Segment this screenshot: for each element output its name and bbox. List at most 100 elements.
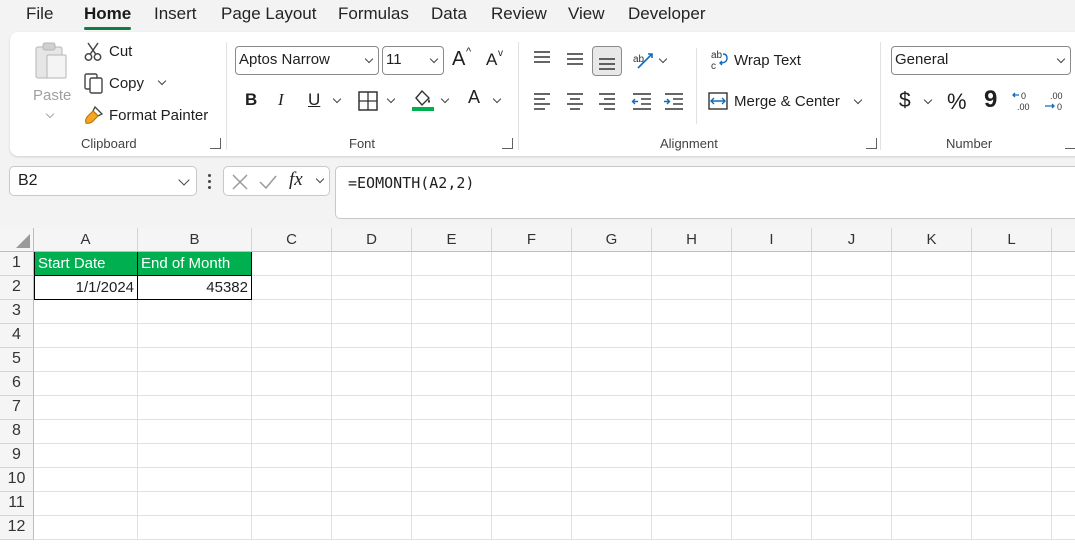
italic-button[interactable]: I — [278, 90, 284, 110]
alignment-launcher-icon[interactable] — [866, 138, 877, 149]
cell-e11[interactable] — [412, 492, 492, 516]
cell-b1[interactable]: End of Month — [138, 252, 252, 276]
cell-e6[interactable] — [412, 372, 492, 396]
cell-d2[interactable] — [332, 276, 412, 300]
column-header-a[interactable]: A — [34, 228, 138, 252]
cell-a3[interactable] — [34, 300, 138, 324]
cell-k10[interactable] — [892, 468, 972, 492]
cell-m7[interactable] — [1052, 396, 1075, 420]
cell-d9[interactable] — [332, 444, 412, 468]
cell-i12[interactable] — [732, 516, 812, 540]
number-launcher-icon[interactable] — [1065, 138, 1075, 149]
cell-j4[interactable] — [812, 324, 892, 348]
column-header-i[interactable]: I — [732, 228, 812, 252]
align-middle-icon[interactable] — [565, 52, 585, 68]
cell-c11[interactable] — [252, 492, 332, 516]
cell-l7[interactable] — [972, 396, 1052, 420]
cell-g5[interactable] — [572, 348, 652, 372]
cell-b2[interactable]: 45382 — [138, 276, 252, 300]
cell-m3[interactable] — [1052, 300, 1075, 324]
tab-data[interactable]: Data — [431, 4, 467, 24]
cell-g7[interactable] — [572, 396, 652, 420]
font-family-select[interactable]: Aptos Narrow — [235, 46, 379, 75]
cell-f5[interactable] — [492, 348, 572, 372]
cell-d11[interactable] — [332, 492, 412, 516]
align-top-icon[interactable] — [532, 50, 552, 66]
cell-m5[interactable] — [1052, 348, 1075, 372]
merge-center-button[interactable]: Merge & Center — [708, 89, 868, 115]
cell-m8[interactable] — [1052, 420, 1075, 444]
cell-c7[interactable] — [252, 396, 332, 420]
tab-view[interactable]: View — [568, 4, 605, 24]
column-header-g[interactable]: G — [572, 228, 652, 252]
cell-d5[interactable] — [332, 348, 412, 372]
cell-c3[interactable] — [252, 300, 332, 324]
cell-k8[interactable] — [892, 420, 972, 444]
row-header-12[interactable]: 12 — [0, 516, 34, 540]
cell-i6[interactable] — [732, 372, 812, 396]
cell-k12[interactable] — [892, 516, 972, 540]
cell-h3[interactable] — [652, 300, 732, 324]
cell-k4[interactable] — [892, 324, 972, 348]
cell-a7[interactable] — [34, 396, 138, 420]
cell-c8[interactable] — [252, 420, 332, 444]
cell-k9[interactable] — [892, 444, 972, 468]
cell-d10[interactable] — [332, 468, 412, 492]
font-color-dropdown-icon[interactable] — [492, 94, 502, 104]
cell-i5[interactable] — [732, 348, 812, 372]
cell-k6[interactable] — [892, 372, 972, 396]
cell-a4[interactable] — [34, 324, 138, 348]
cell-b10[interactable] — [138, 468, 252, 492]
underline-dropdown-icon[interactable] — [332, 94, 342, 104]
cell-l12[interactable] — [972, 516, 1052, 540]
cell-f9[interactable] — [492, 444, 572, 468]
cell-m1[interactable] — [1052, 252, 1075, 276]
cell-i7[interactable] — [732, 396, 812, 420]
row-header-6[interactable]: 6 — [0, 372, 34, 396]
cell-b4[interactable] — [138, 324, 252, 348]
cell-l2[interactable] — [972, 276, 1052, 300]
column-header-f[interactable]: F — [492, 228, 572, 252]
cell-e2[interactable] — [412, 276, 492, 300]
currency-button[interactable]: $ — [899, 89, 911, 113]
row-header-11[interactable]: 11 — [0, 492, 34, 516]
cell-g3[interactable] — [572, 300, 652, 324]
cell-l3[interactable] — [972, 300, 1052, 324]
cell-h2[interactable] — [652, 276, 732, 300]
cell-l4[interactable] — [972, 324, 1052, 348]
increase-font-size-button[interactable]: A ^ — [450, 46, 474, 74]
cell-m11[interactable] — [1052, 492, 1075, 516]
cell-g12[interactable] — [572, 516, 652, 540]
cell-f3[interactable] — [492, 300, 572, 324]
cell-g8[interactable] — [572, 420, 652, 444]
cell-k2[interactable] — [892, 276, 972, 300]
cell-l8[interactable] — [972, 420, 1052, 444]
cell-e12[interactable] — [412, 516, 492, 540]
cell-a9[interactable] — [34, 444, 138, 468]
row-header-7[interactable]: 7 — [0, 396, 34, 420]
tab-insert[interactable]: Insert — [154, 4, 197, 24]
row-header-8[interactable]: 8 — [0, 420, 34, 444]
cell-f10[interactable] — [492, 468, 572, 492]
borders-icon[interactable] — [358, 91, 378, 111]
cell-j6[interactable] — [812, 372, 892, 396]
cell-f8[interactable] — [492, 420, 572, 444]
cell-c6[interactable] — [252, 372, 332, 396]
row-header-3[interactable]: 3 — [0, 300, 34, 324]
cell-i11[interactable] — [732, 492, 812, 516]
tab-review[interactable]: Review — [491, 4, 547, 24]
cell-b12[interactable] — [138, 516, 252, 540]
cancel-icon[interactable] — [231, 173, 249, 191]
font-launcher-icon[interactable] — [502, 138, 513, 149]
cell-e5[interactable] — [412, 348, 492, 372]
cell-h10[interactable] — [652, 468, 732, 492]
cell-d3[interactable] — [332, 300, 412, 324]
cell-j8[interactable] — [812, 420, 892, 444]
cell-g4[interactable] — [572, 324, 652, 348]
cell-a6[interactable] — [34, 372, 138, 396]
cell-k3[interactable] — [892, 300, 972, 324]
cell-a1[interactable]: Start Date — [34, 252, 138, 276]
cell-b7[interactable] — [138, 396, 252, 420]
insert-function-button[interactable]: fx — [289, 169, 303, 191]
comma-style-button[interactable]: 9 — [984, 86, 997, 114]
